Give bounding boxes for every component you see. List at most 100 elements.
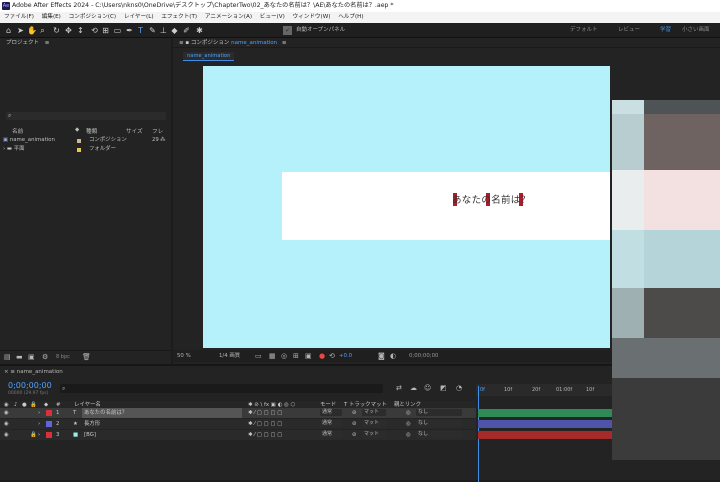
- resolution-dropdown[interactable]: 1/4 画質: [219, 350, 240, 362]
- layer-duration-bar[interactable]: [478, 409, 612, 417]
- menu-layer[interactable]: レイヤー(L): [124, 12, 154, 23]
- menu-help[interactable]: ヘルプ(H): [338, 12, 363, 23]
- timeline-tab[interactable]: × ≡ name_animation: [4, 368, 63, 376]
- zoom-dropdown[interactable]: 50 %: [177, 350, 191, 362]
- home-icon[interactable]: ⌂: [4, 26, 13, 35]
- timeline-search-input[interactable]: ⌕: [60, 384, 383, 393]
- workspace-small-screen[interactable]: 小さい画面: [682, 26, 710, 35]
- parent-dropdown[interactable]: なし: [416, 409, 462, 416]
- eraser-tool-icon[interactable]: ◆: [170, 26, 179, 35]
- parent-dropdown[interactable]: なし: [416, 420, 462, 427]
- parent-pick-whip-icon[interactable]: ◎: [406, 408, 411, 418]
- rectangle-tool-icon[interactable]: ▭: [113, 26, 122, 35]
- parent-pick-whip-icon[interactable]: ◎: [406, 430, 411, 440]
- project-item-folder[interactable]: › ▬ 平面 フォルダー: [3, 145, 168, 154]
- orbit-camera-icon[interactable]: ↻: [52, 26, 61, 35]
- layer-row[interactable]: ◉ 🔒 › 3 ■ [BG] ✱ ⁄ ▢ ▢ ▢ ▢ 通常 ⊘ マット ◎ なし: [0, 430, 476, 440]
- delete-icon[interactable]: 🗑: [82, 353, 91, 361]
- auto-open-checkbox[interactable]: ✓: [283, 26, 292, 35]
- panel-menu-icon[interactable]: ≡: [282, 40, 287, 46]
- column-header-type[interactable]: 種類: [86, 127, 97, 135]
- pan-behind-tool-icon[interactable]: ⊞: [101, 26, 110, 35]
- lock-icon[interactable]: 🔒: [30, 430, 37, 440]
- menu-file[interactable]: ファイル(F): [4, 12, 34, 23]
- expand-arrow-icon[interactable]: ›: [38, 430, 40, 440]
- menu-edit[interactable]: 編集(E): [42, 12, 61, 23]
- project-item-composition[interactable]: ▣ name_animation コンポジション 29 ⁂: [3, 136, 168, 145]
- puppet-tool-icon[interactable]: ✱: [195, 26, 204, 35]
- layer-row[interactable]: ◉ › 2 ★ 長方形 ✱ ⁄ ▢ ▢ ▢ ▢ 通常 ⊘ マット ◎ なし: [0, 419, 476, 429]
- layer-name[interactable]: [BG]: [84, 430, 96, 440]
- column-header-size[interactable]: サイズ: [126, 127, 143, 135]
- parent-pick-whip-icon[interactable]: ◎: [406, 419, 411, 429]
- blend-mode-dropdown[interactable]: 通常: [320, 431, 342, 438]
- workspace-learn[interactable]: 学習: [660, 26, 671, 35]
- type-tool-icon[interactable]: T: [136, 26, 145, 35]
- layer-name[interactable]: 長方形: [84, 419, 100, 429]
- layer-switches[interactable]: ✱ ⁄ ▢ ▢ ▢ ▢: [248, 408, 282, 418]
- composition-panel-header[interactable]: ≡ ▪ コンポジション name_animation ≡: [173, 38, 720, 48]
- layer-name[interactable]: あなたの名前は？: [82, 408, 242, 418]
- expand-arrow-icon[interactable]: ›: [38, 419, 40, 429]
- rotation-tool-icon[interactable]: ⟲: [90, 26, 99, 35]
- visibility-eye-icon[interactable]: ◉: [4, 430, 9, 440]
- menu-effect[interactable]: エフェクト(T): [161, 12, 197, 23]
- menu-window[interactable]: ウィンドウ(W): [293, 12, 331, 23]
- new-composition-icon[interactable]: ▣: [28, 353, 35, 361]
- white-rectangle-layer[interactable]: [282, 172, 610, 240]
- roto-brush-tool-icon[interactable]: ✐: [182, 26, 191, 35]
- track-matte-icon[interactable]: ⊘: [352, 419, 357, 429]
- pan-camera-icon[interactable]: ✥: [64, 26, 73, 35]
- layer-switches[interactable]: ✱ ⁄ ▢ ▢ ▢ ▢: [248, 419, 282, 429]
- snapshot-icon[interactable]: ◙: [378, 350, 385, 362]
- column-header-name[interactable]: 名前: [12, 127, 23, 135]
- grid-guide-icon[interactable]: ⊞: [293, 350, 299, 362]
- hand-tool-icon[interactable]: ✋: [27, 26, 37, 35]
- expand-arrow-icon[interactable]: ›: [3, 146, 5, 152]
- panel-menu-icon[interactable]: ≡: [45, 40, 50, 46]
- project-settings-icon[interactable]: ⚙: [42, 353, 48, 361]
- composition-viewer-tab[interactable]: name_animation: [183, 52, 235, 61]
- parent-dropdown[interactable]: なし: [416, 431, 462, 438]
- track-matte-icon[interactable]: ⊘: [352, 408, 357, 418]
- project-search-input[interactable]: ⌕: [6, 112, 166, 120]
- track-matte-dropdown[interactable]: マット: [362, 409, 386, 416]
- layer-label-color[interactable]: [46, 410, 52, 416]
- fast-preview-icon[interactable]: ▭: [255, 350, 262, 362]
- shy-layers-icon[interactable]: ☺: [424, 384, 431, 392]
- workspace-default[interactable]: デフォルト: [570, 26, 598, 35]
- track-matte-icon[interactable]: ⊘: [352, 430, 357, 440]
- channel-icon[interactable]: ▣: [305, 350, 312, 362]
- menu-view[interactable]: ビュー(V): [260, 12, 285, 23]
- blend-mode-dropdown[interactable]: 通常: [320, 409, 342, 416]
- visibility-eye-icon[interactable]: ◉: [4, 408, 9, 418]
- show-snapshot-icon[interactable]: ◐: [390, 350, 396, 362]
- pen-tool-icon[interactable]: ✒: [125, 26, 134, 35]
- dolly-camera-icon[interactable]: ↕: [76, 26, 85, 35]
- layer-row[interactable]: ◉ › 1 T あなたの名前は？ ✱ ⁄ ▢ ▢ ▢ ▢ 通常 ⊘ マット ◎ …: [0, 408, 476, 418]
- layer-label-color[interactable]: [46, 421, 52, 427]
- exposure-value[interactable]: +0.0: [339, 350, 352, 362]
- track-matte-dropdown[interactable]: マット: [362, 420, 386, 427]
- zoom-tool-icon[interactable]: ⌕: [38, 26, 47, 35]
- color-management-icon[interactable]: ●: [319, 350, 325, 362]
- mask-visibility-icon[interactable]: ◎: [281, 350, 287, 362]
- blend-mode-dropdown[interactable]: 通常: [320, 420, 342, 427]
- label-column-icon[interactable]: ◆: [75, 127, 79, 133]
- expand-arrow-icon[interactable]: ›: [38, 408, 40, 418]
- layer-duration-bar[interactable]: [478, 431, 612, 439]
- project-panel-header[interactable]: プロジェクト ≡: [0, 38, 171, 48]
- reset-exposure-icon[interactable]: ⟲: [329, 350, 335, 362]
- timeline-timecode[interactable]: 0;00;00;00: [8, 381, 52, 390]
- transparency-grid-icon[interactable]: ▦: [269, 350, 276, 362]
- layer-label-color[interactable]: [46, 432, 52, 438]
- column-header-frame-rate[interactable]: フレ: [152, 127, 163, 135]
- frame-blending-icon[interactable]: ◩: [440, 384, 447, 392]
- comp-mini-flowchart-icon[interactable]: ⇄: [396, 384, 402, 392]
- selection-tool-icon[interactable]: ➤: [16, 26, 25, 35]
- visibility-eye-icon[interactable]: ◉: [4, 419, 9, 429]
- track-matte-dropdown[interactable]: マット: [362, 431, 386, 438]
- menu-composition[interactable]: コンポジション(C): [69, 12, 116, 23]
- draft-3d-icon[interactable]: ☁: [410, 384, 417, 392]
- layer-switches[interactable]: ✱ ⁄ ▢ ▢ ▢ ▢: [248, 430, 282, 440]
